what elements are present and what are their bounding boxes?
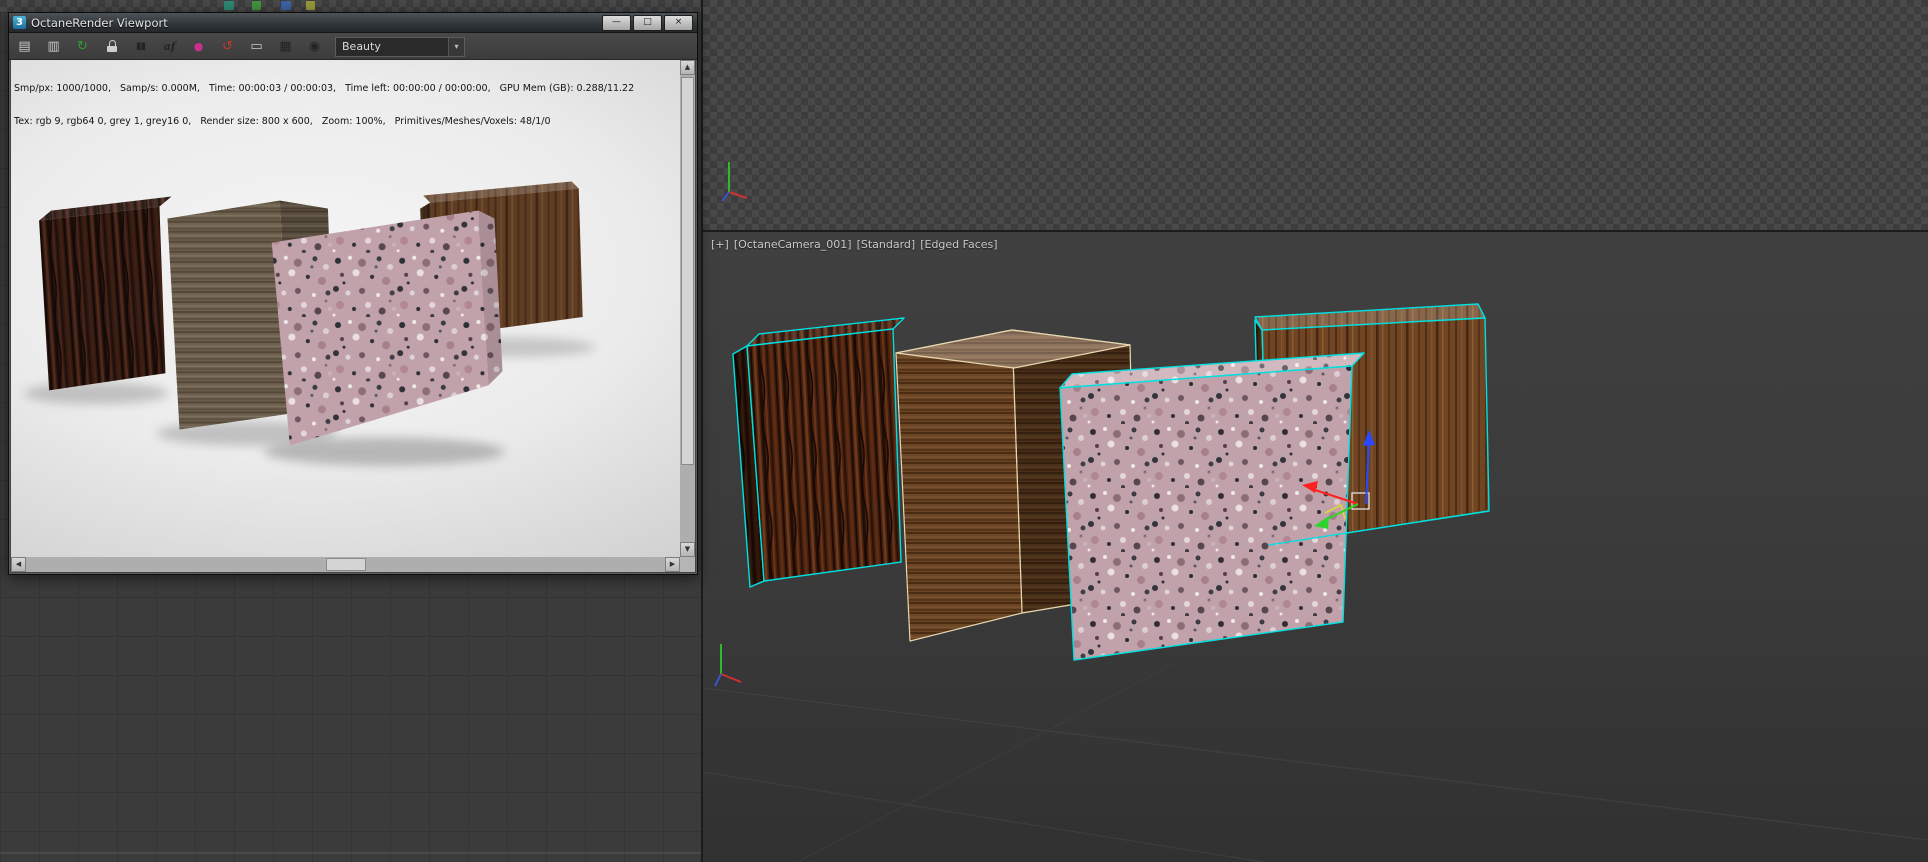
viewport-edge-line xyxy=(0,852,701,854)
toolbar-fragment-icon xyxy=(252,1,261,10)
horizontal-scrollbar[interactable]: ◀ ▶ xyxy=(11,557,680,572)
top-viewport[interactable] xyxy=(703,0,1928,230)
maximize-button[interactable]: □ xyxy=(633,14,662,31)
viewport-shading-menu[interactable]: [Edged Faces] xyxy=(920,238,997,251)
camera-icon[interactable]: ◉ xyxy=(305,37,324,56)
terrazzo-stone-box[interactable] xyxy=(1059,352,1365,661)
terrazzo-stone-box-render xyxy=(271,210,503,446)
octane-render-window: 3 OctaneRender Viewport — □ × ▤ ▥ ↻ ▮▮ a… xyxy=(8,12,698,575)
save-image-icon[interactable]: ▤ xyxy=(15,37,34,56)
subsampling-icon[interactable]: af xyxy=(160,37,179,56)
scrollbar-corner xyxy=(680,557,695,572)
vertical-scrollbar[interactable]: ▲ ▼ xyxy=(680,60,695,557)
close-button[interactable]: × xyxy=(664,14,693,31)
render-view[interactable]: Smp/px: 1000/1000, Samp/s: 0.000M, Time:… xyxy=(11,60,680,557)
camera-viewport[interactable]: [+] [OctaneCamera_001] [Standard] [Edged… xyxy=(703,232,1928,862)
axis-tripod-icon xyxy=(714,644,742,687)
scroll-left-button[interactable]: ◀ xyxy=(11,557,26,572)
toolbar-fragment-icon xyxy=(281,1,291,10)
scroll-right-button[interactable]: ▶ xyxy=(665,557,680,572)
toolbar-fragment-icon xyxy=(306,1,315,10)
octane-toolbar: ▤ ▥ ↻ ▮▮ af ● ↺ ▭ ▦ ◉ Beauty ▾ xyxy=(9,33,697,60)
camera-viewport-scene[interactable] xyxy=(703,232,1928,862)
top-toolbar-sliver xyxy=(0,0,701,12)
render-pass-value: Beauty xyxy=(342,40,381,53)
ebony-wood-box[interactable] xyxy=(732,317,905,588)
reset-view-icon[interactable]: ↺ xyxy=(218,37,237,56)
viewport-pov-menu[interactable]: [OctaneCamera_001] xyxy=(734,238,852,251)
horizontal-scroll-thumb[interactable] xyxy=(326,558,366,571)
render-stats: Smp/px: 1000/1000, Samp/s: 0.000M, Time:… xyxy=(14,61,634,149)
focus-picker-icon[interactable]: ● xyxy=(189,37,208,56)
window-title: OctaneRender Viewport xyxy=(31,15,168,30)
toolbar-fragment-icon xyxy=(224,1,234,10)
pause-render-icon[interactable]: ▮▮ xyxy=(131,37,150,56)
chevron-down-icon[interactable]: ▾ xyxy=(448,38,464,56)
scroll-up-button[interactable]: ▲ xyxy=(680,60,695,75)
render-passes-icon[interactable]: ▦ xyxy=(276,37,295,56)
padlock-icon xyxy=(106,40,117,52)
scroll-down-button[interactable]: ▼ xyxy=(680,542,695,557)
render-stats-line2: Tex: rgb 9, rgb64 0, grey 1, grey16 0, R… xyxy=(14,116,551,127)
ground-grid-lines xyxy=(703,663,1928,862)
axis-tripod-icon xyxy=(721,162,748,202)
render-stats-line1: Smp/px: 1000/1000, Samp/s: 0.000M, Time:… xyxy=(14,83,635,94)
viewport-general-menu[interactable]: [+] xyxy=(711,238,729,251)
viewport-display-icon[interactable]: ▭ xyxy=(247,37,266,56)
render-pass-dropdown[interactable]: Beauty ▾ xyxy=(335,37,465,57)
vertical-scroll-thumb[interactable] xyxy=(681,77,694,465)
viewport-label: [+] [OctaneCamera_001] [Standard] [Edged… xyxy=(711,238,998,251)
viewport-render-preset-menu[interactable]: [Standard] xyxy=(857,238,916,251)
lock-viewport-icon[interactable] xyxy=(102,37,121,56)
page-root: { "colors": { "selection": "#00e0e0", "e… xyxy=(0,0,1928,862)
ebony-wood-box-render xyxy=(39,196,172,391)
copy-to-clipboard-icon[interactable]: ▥ xyxy=(44,37,63,56)
minimize-button[interactable]: — xyxy=(602,14,631,31)
app-icon: 3 xyxy=(13,16,26,29)
restart-render-icon[interactable]: ↻ xyxy=(73,37,92,56)
window-titlebar[interactable]: 3 OctaneRender Viewport — □ × xyxy=(9,13,697,33)
